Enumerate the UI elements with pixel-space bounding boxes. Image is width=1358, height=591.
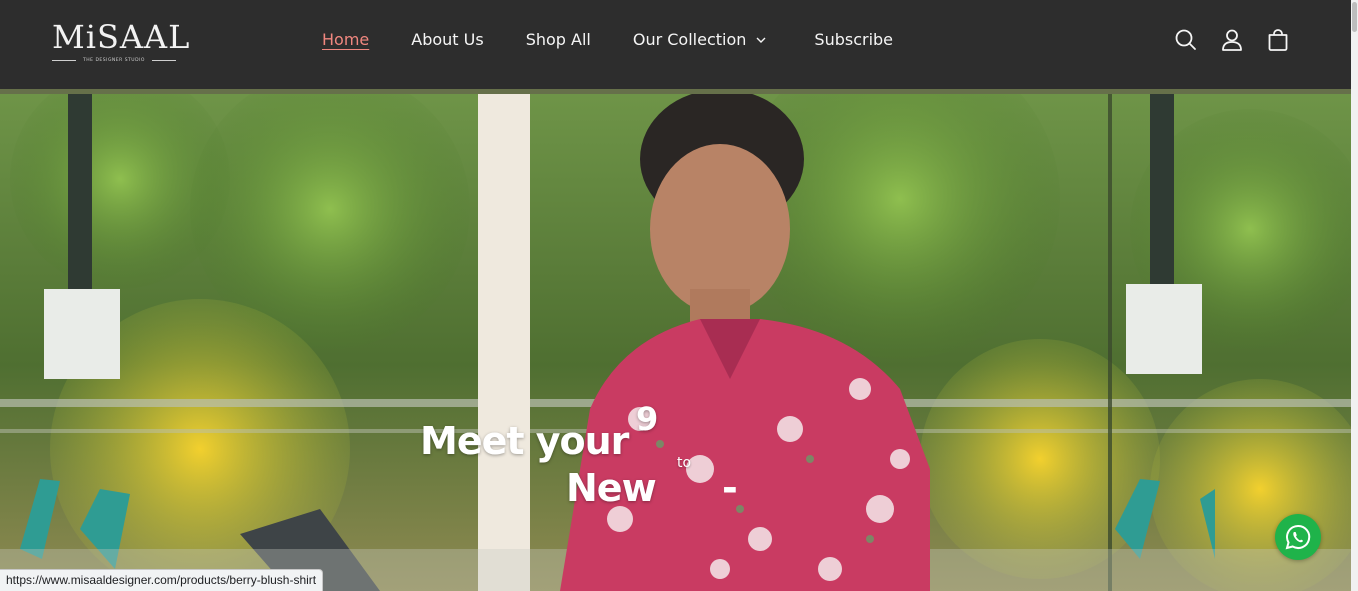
cart-icon[interactable] <box>1265 27 1291 53</box>
search-icon[interactable] <box>1173 27 1199 53</box>
logo-text: MiSAAL <box>52 18 191 56</box>
hero-banner[interactable] <box>0 89 1351 591</box>
brand-logo[interactable]: MiSAAL THE DESIGNER STUDIO <box>52 18 191 68</box>
hero-to-label: to <box>677 455 692 471</box>
main-nav: Home About Us Shop All Our Collection Su… <box>322 28 893 52</box>
whatsapp-icon <box>1285 524 1311 550</box>
nav-subscribe[interactable]: Subscribe <box>814 28 893 52</box>
chevron-down-icon <box>756 37 766 43</box>
site-header: MiSAAL THE DESIGNER STUDIO Home About Us… <box>0 0 1351 89</box>
status-bar-url: https://www.misaaldesigner.com/products/… <box>0 569 324 591</box>
hero-headline: Meet your <box>420 419 629 463</box>
account-icon[interactable] <box>1219 27 1245 53</box>
hero-top-bar <box>0 89 1351 94</box>
hero-number: 9 <box>636 400 659 438</box>
nav-our-collection[interactable]: Our Collection <box>633 28 768 52</box>
page-scrollbar[interactable] <box>1351 0 1358 591</box>
header-actions <box>1153 27 1291 53</box>
nav-shop-all[interactable]: Shop All <box>526 28 591 52</box>
hero-image <box>0 89 1351 591</box>
scrollbar-thumb[interactable] <box>1352 2 1357 32</box>
hero-dash: - <box>722 466 738 510</box>
nav-our-collection-label: Our Collection <box>632 30 747 49</box>
hero-headline-2: New <box>566 466 657 510</box>
nav-home[interactable]: Home <box>322 28 369 52</box>
logo-divider <box>152 60 176 61</box>
whatsapp-button[interactable] <box>1275 514 1321 560</box>
nav-about-us[interactable]: About Us <box>411 28 483 52</box>
